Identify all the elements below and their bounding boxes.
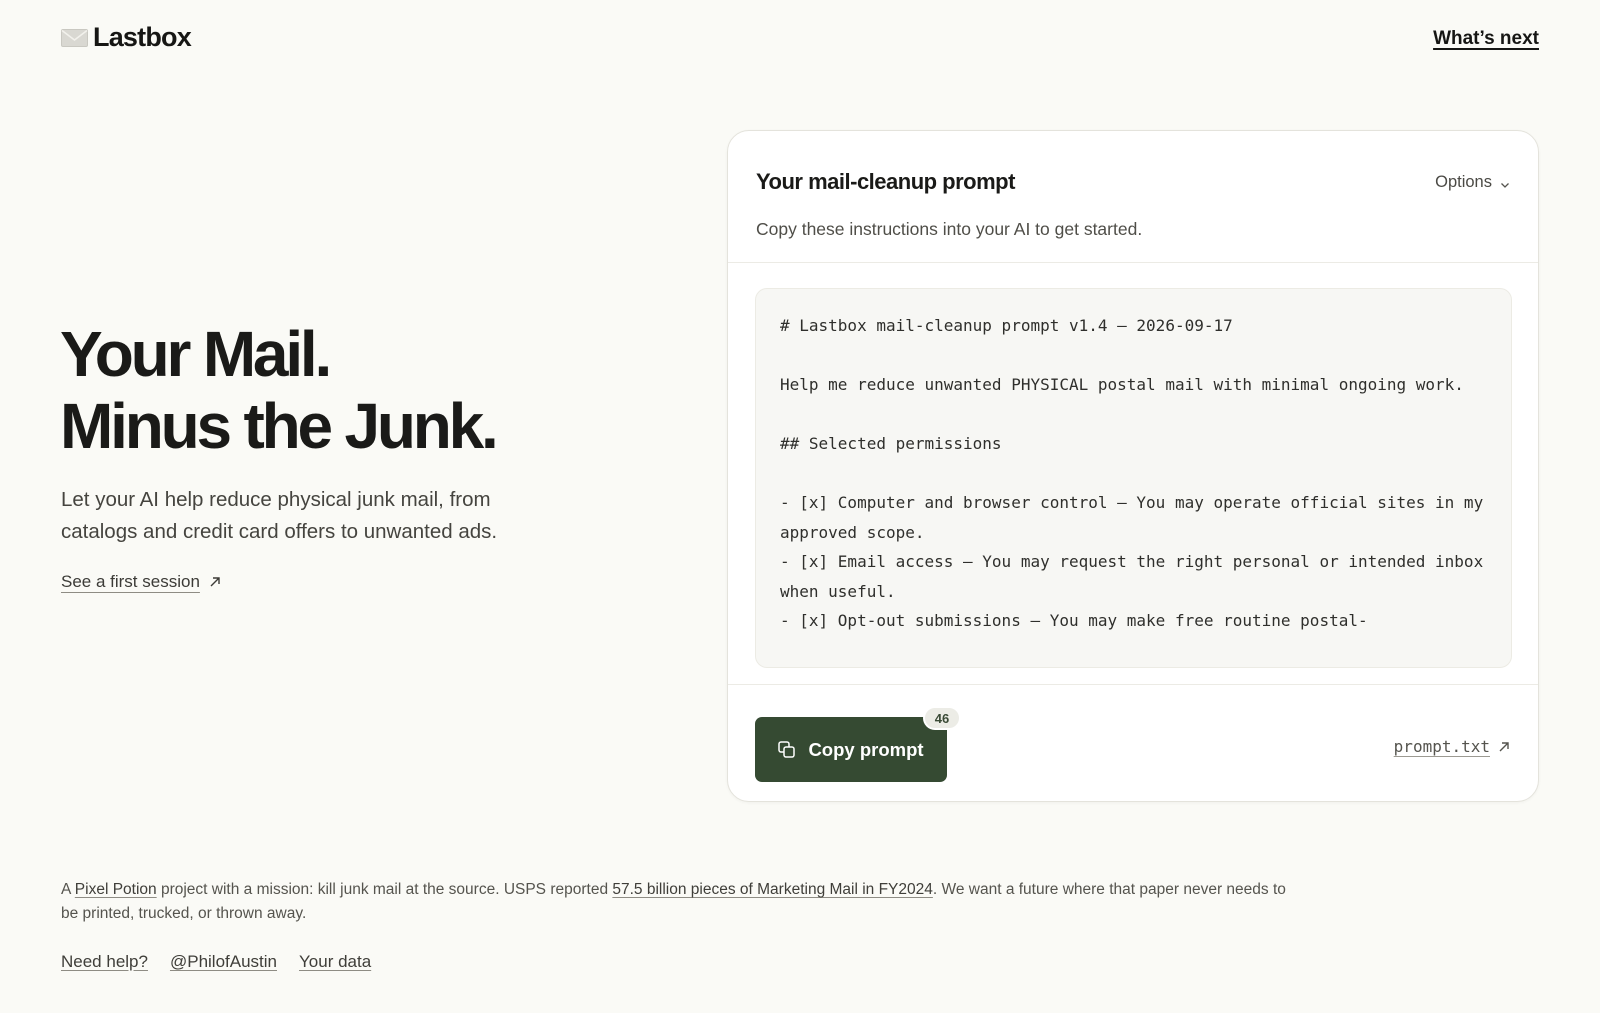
arrow-up-right-icon bbox=[1499, 741, 1509, 751]
your-data-link[interactable]: Your data bbox=[299, 952, 371, 972]
chevron-down-icon bbox=[1501, 183, 1509, 188]
copy-count-badge: 46 bbox=[923, 706, 961, 730]
twitter-handle-link[interactable]: @PhilofAustin bbox=[170, 952, 277, 972]
hero-title: Your Mail. Minus the Junk. bbox=[60, 318, 499, 462]
hero-title-line-1: Your Mail. bbox=[60, 318, 332, 390]
copy-icon bbox=[778, 741, 796, 758]
card-description: Copy these instructions into your AI to … bbox=[756, 219, 1143, 239]
copy-prompt-label: Copy prompt bbox=[808, 738, 924, 760]
copy-prompt-button[interactable]: Copy prompt bbox=[755, 717, 947, 782]
prompt-card: Your mail-cleanup prompt Options Copy th… bbox=[727, 130, 1539, 802]
prompt-code-box[interactable]: # Lastbox mail-cleanup prompt v1.4 — 202… bbox=[755, 288, 1512, 668]
footer-links: Need help? @PhilofAustin Your data bbox=[61, 952, 371, 972]
options-dropdown[interactable]: Options bbox=[1435, 173, 1510, 192]
logo-text: Lastbox bbox=[93, 22, 192, 52]
whats-next-link[interactable]: What’s next bbox=[1433, 28, 1539, 50]
see-first-session-label: See a first session bbox=[61, 572, 200, 591]
card-divider-top bbox=[728, 262, 1538, 263]
card-divider-bottom bbox=[728, 684, 1538, 685]
pixel-potion-link[interactable]: Pixel Potion bbox=[75, 881, 157, 898]
see-first-session-link[interactable]: See a first session bbox=[61, 572, 221, 592]
prompt-txt-label: prompt.txt bbox=[1393, 737, 1490, 756]
envelope-icon bbox=[61, 28, 88, 47]
page: Lastbox What’s next Your Mail. Minus the… bbox=[0, 0, 1600, 1013]
arrow-up-right-icon bbox=[210, 577, 220, 587]
hero-title-line-2: Minus the Junk. bbox=[60, 390, 499, 462]
options-label: Options bbox=[1435, 173, 1492, 191]
usps-marketing-mail-link[interactable]: 57.5 billion pieces of Marketing Mail in… bbox=[612, 881, 933, 898]
logo[interactable]: Lastbox bbox=[61, 22, 192, 53]
hero-subtitle: Let your AI help reduce physical junk ma… bbox=[61, 488, 498, 543]
card-title: Your mail-cleanup prompt bbox=[756, 169, 1015, 194]
prompt-code-text: # Lastbox mail-cleanup prompt v1.4 — 202… bbox=[780, 316, 1484, 630]
footer-note-prefix: A bbox=[61, 881, 75, 898]
prompt-txt-link[interactable]: prompt.txt bbox=[1394, 737, 1510, 756]
need-help-link[interactable]: Need help? bbox=[61, 952, 148, 972]
footer-note-mid: project with a mission: kill junk mail a… bbox=[156, 881, 613, 898]
footer-note: A Pixel Potion project with a mission: k… bbox=[61, 878, 1291, 926]
